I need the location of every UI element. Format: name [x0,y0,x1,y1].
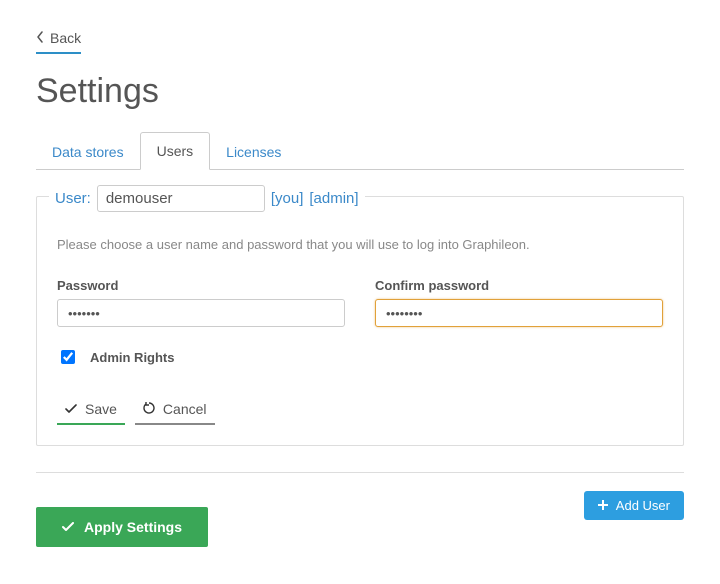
confirm-password-label: Confirm password [375,278,663,293]
password-label: Password [57,278,345,293]
footer-row: Apply Settings Add User [36,491,684,547]
password-input[interactable] [57,299,345,327]
password-row: Password Confirm password [57,278,663,327]
save-button[interactable]: Save [57,397,125,425]
username-input[interactable] [97,185,265,212]
save-label: Save [85,401,117,417]
check-icon [65,401,77,417]
admin-rights-label: Admin Rights [90,350,175,365]
tab-licenses[interactable]: Licenses [210,134,297,170]
apply-settings-button[interactable]: Apply Settings [36,507,208,547]
user-legend: User: [you] [admin] [49,185,365,212]
chevron-left-icon [36,30,50,46]
help-text: Please choose a user name and password t… [57,237,663,252]
admin-rights-row: Admin Rights [57,347,663,367]
tag-you: [you] [271,190,304,207]
tab-data-stores[interactable]: Data stores [36,134,140,170]
tag-admin: [admin] [309,190,358,207]
back-label: Back [50,30,81,46]
admin-rights-checkbox[interactable] [61,350,75,364]
tabs: Data stores Users Licenses [36,131,684,170]
tab-users[interactable]: Users [140,132,211,170]
back-link[interactable]: Back [36,30,81,54]
cancel-label: Cancel [163,401,207,417]
user-legend-label: User: [55,190,91,207]
password-col: Password [57,278,345,327]
add-user-button[interactable]: Add User [584,491,684,520]
plus-icon [598,498,608,513]
cancel-button[interactable]: Cancel [135,397,215,425]
confirm-password-input[interactable] [375,299,663,327]
form-actions: Save Cancel [57,397,663,425]
check-icon [62,519,74,535]
apply-label: Apply Settings [84,519,182,535]
confirm-col: Confirm password [375,278,663,327]
user-fieldset: User: [you] [admin] Please choose a user… [36,196,684,446]
add-user-label: Add User [616,498,670,513]
settings-page: Back Settings Data stores Users Licenses… [0,0,720,584]
divider [36,472,684,473]
undo-icon [143,401,155,417]
page-title: Settings [36,72,684,111]
